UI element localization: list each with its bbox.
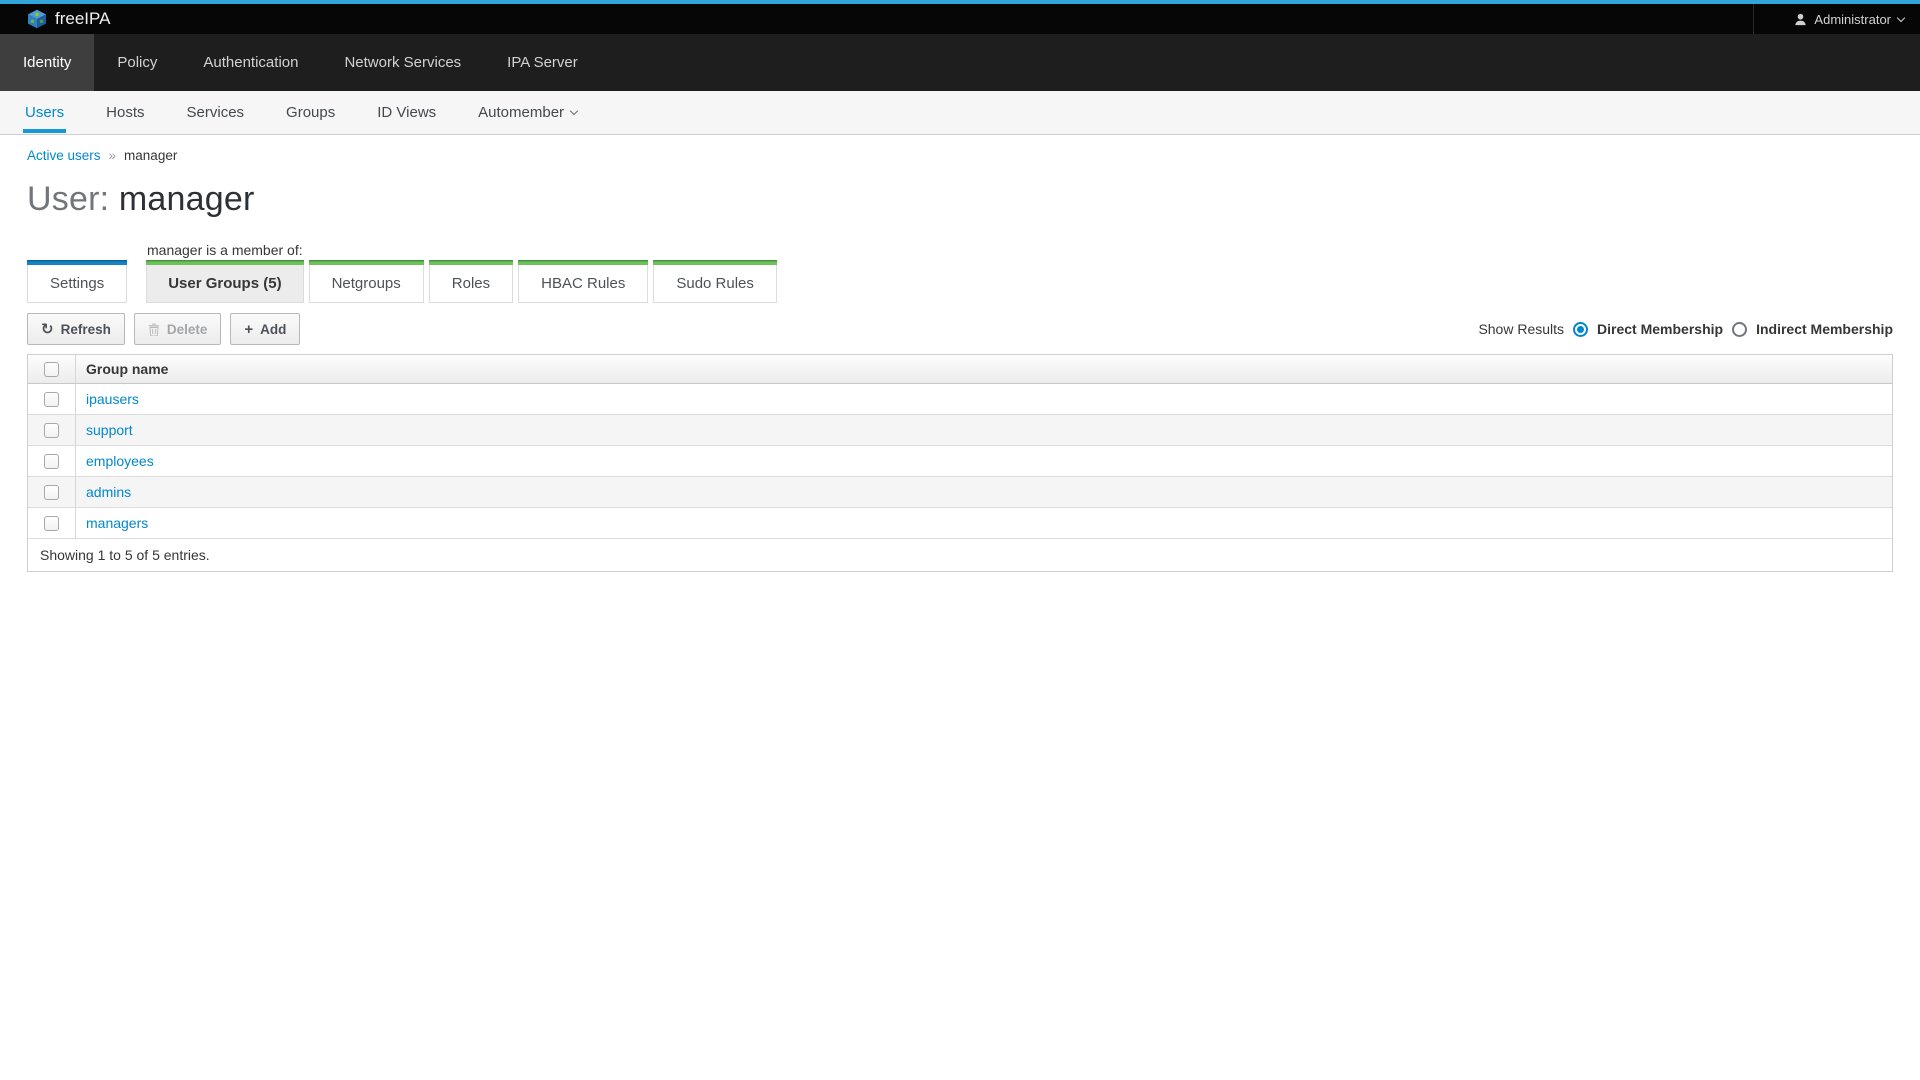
delete-button[interactable]: Delete	[134, 313, 222, 345]
show-results-label: Show Results	[1478, 321, 1564, 337]
group-link-employees[interactable]: employees	[86, 453, 154, 469]
plus-icon: +	[244, 322, 253, 337]
table-header-row: Group name	[28, 355, 1892, 384]
tab-roles[interactable]: Roles	[429, 260, 513, 303]
direct-membership-label[interactable]: Direct Membership	[1597, 321, 1723, 337]
subnav-item-services[interactable]: Services	[187, 91, 245, 134]
select-all-checkbox[interactable]	[44, 362, 59, 377]
row-checkbox[interactable]	[44, 392, 59, 407]
chevron-down-icon	[1897, 13, 1905, 21]
row-checkbox-cell	[28, 508, 76, 538]
user-name: Administrator	[1814, 12, 1891, 27]
delete-button-label: Delete	[167, 322, 208, 337]
nav-item-ipa-server[interactable]: IPA Server	[484, 34, 601, 91]
row-checkbox[interactable]	[44, 423, 59, 438]
user-menu[interactable]: Administrator	[1753, 4, 1920, 34]
sub-nav: Users Hosts Services Groups ID Views Aut…	[0, 91, 1920, 135]
table-summary: Showing 1 to 5 of 5 entries.	[28, 539, 1892, 571]
subnav-item-groups[interactable]: Groups	[286, 91, 335, 134]
tab-settings[interactable]: Settings	[27, 260, 127, 303]
membership-filter: Show Results Direct Membership Indirect …	[1478, 321, 1893, 337]
refresh-button[interactable]: ↻ Refresh	[27, 313, 125, 345]
direct-membership-radio[interactable]	[1573, 322, 1588, 337]
tab-hbac-rules[interactable]: HBAC Rules	[518, 260, 648, 303]
row-checkbox[interactable]	[44, 454, 59, 469]
tab-sudo-rules[interactable]: Sudo Rules	[653, 260, 777, 303]
breadcrumb: Active users » manager	[27, 148, 1893, 163]
table-row: employees	[28, 446, 1892, 477]
refresh-button-label: Refresh	[61, 322, 111, 337]
tab-user-groups[interactable]: User Groups (5)	[146, 260, 303, 303]
group-link-ipausers[interactable]: ipausers	[86, 391, 139, 407]
freeipa-cube-icon	[27, 9, 47, 29]
chevron-down-icon	[570, 107, 578, 115]
page-title-name: manager	[119, 180, 255, 218]
add-button[interactable]: + Add	[230, 313, 300, 345]
breadcrumb-link-active-users[interactable]: Active users	[27, 148, 101, 163]
subnav-item-label: Groups	[286, 104, 335, 121]
row-checkbox[interactable]	[44, 516, 59, 531]
nav-item-authentication[interactable]: Authentication	[180, 34, 321, 91]
subnav-item-label: Hosts	[106, 104, 144, 121]
subnav-item-label: Users	[25, 104, 64, 121]
subnav-item-automember[interactable]: Automember	[478, 91, 577, 134]
row-checkbox[interactable]	[44, 485, 59, 500]
member-of-label: manager is a member of:	[147, 242, 1893, 258]
breadcrumb-current: manager	[124, 148, 177, 163]
row-checkbox-cell	[28, 477, 76, 507]
subnav-item-hosts[interactable]: Hosts	[106, 91, 144, 134]
table-row: managers	[28, 508, 1892, 539]
column-header-group-name: Group name	[76, 355, 168, 383]
nav-item-network-services[interactable]: Network Services	[321, 34, 484, 91]
refresh-icon: ↻	[41, 322, 54, 337]
group-link-support[interactable]: support	[86, 422, 133, 438]
select-all-cell	[28, 355, 76, 383]
brand-logo[interactable]: freeIPA	[27, 9, 110, 29]
subnav-item-label: Services	[187, 104, 245, 121]
row-checkbox-cell	[28, 415, 76, 445]
subnav-item-label: Automember	[478, 104, 564, 121]
table-row: ipausers	[28, 384, 1892, 415]
main-nav: Identity Policy Authentication Network S…	[0, 34, 1920, 91]
breadcrumb-separator: »	[109, 148, 117, 163]
row-checkbox-cell	[28, 446, 76, 476]
indirect-membership-radio[interactable]	[1732, 322, 1747, 337]
page-title-prefix: User:	[27, 180, 109, 218]
table-row: support	[28, 415, 1892, 446]
tab-netgroups[interactable]: Netgroups	[309, 260, 424, 303]
nav-item-identity[interactable]: Identity	[0, 34, 94, 91]
page-title: User: manager	[27, 180, 1893, 219]
brand-name: freeIPA	[55, 9, 110, 29]
row-checkbox-cell	[28, 384, 76, 414]
subnav-item-label: ID Views	[377, 104, 436, 121]
group-table: Group name ipausers support employees ad	[27, 354, 1893, 572]
group-link-managers[interactable]: managers	[86, 515, 148, 531]
masthead: freeIPA Administrator	[0, 4, 1920, 34]
indirect-membership-label[interactable]: Indirect Membership	[1756, 321, 1893, 337]
add-button-label: Add	[260, 322, 286, 337]
nav-item-policy[interactable]: Policy	[94, 34, 180, 91]
group-link-admins[interactable]: admins	[86, 484, 131, 500]
user-icon	[1794, 13, 1807, 26]
subnav-item-users[interactable]: Users	[25, 91, 64, 134]
trash-icon	[148, 323, 160, 336]
table-row: admins	[28, 477, 1892, 508]
toolbar-buttons: ↻ Refresh Delete + Add	[27, 313, 300, 345]
subnav-item-id-views[interactable]: ID Views	[377, 91, 436, 134]
facet-tabs: Settings User Groups (5) Netgroups Roles…	[27, 260, 1893, 303]
facet-toolbar: ↻ Refresh Delete + Add	[27, 313, 1893, 345]
user-facet: manager is a member of: Settings User Gr…	[27, 242, 1893, 572]
